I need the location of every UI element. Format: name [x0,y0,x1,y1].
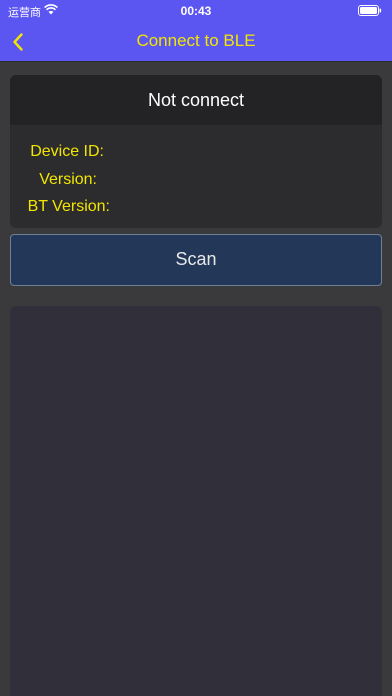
status-time: 00:43 [180,4,212,18]
bt-version-label: BT Version: [27,198,110,215]
nav-divider [0,61,392,62]
scan-button-label: Scan [175,249,217,269]
page-title: Connect to BLE [136,31,256,50]
status-bar: 运营商 00:43 [0,0,392,22]
connection-status-header: Not connect [10,75,382,125]
device-id-label: Device ID: [30,143,104,160]
navigation-bar: Connect to BLE [0,22,392,61]
device-list[interactable] [10,306,382,696]
device-info-card: Not connect Device ID: Version: BT Versi… [10,75,382,228]
version-label: Version: [39,171,97,188]
battery-icon [358,5,382,16]
connection-status-text: Not connect [147,90,245,110]
scan-button[interactable]: Scan [10,234,382,286]
